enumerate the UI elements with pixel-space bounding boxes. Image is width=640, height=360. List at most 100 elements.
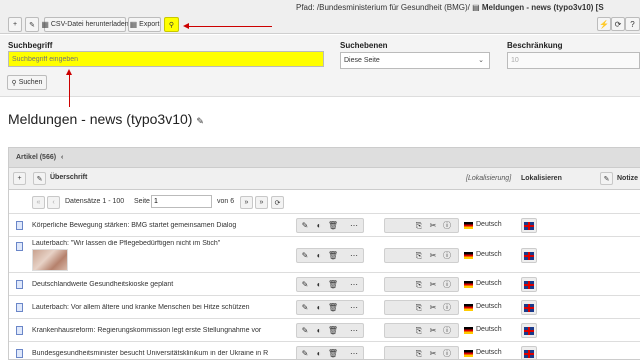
record-title[interactable]: Körperliche Bewegung stärken: BMG starte… <box>32 222 297 229</box>
last-page-icon: » <box>259 199 264 206</box>
page-of-label: von 6 <box>217 198 235 205</box>
last-page-button[interactable]: » <box>255 196 268 209</box>
prev-page-button[interactable]: ‹ <box>47 196 60 209</box>
column-edit-button[interactable]: ✎ <box>33 172 46 185</box>
toggle-visibility-icon[interactable]: ◐ <box>313 278 325 291</box>
export-button[interactable]: ▦ Export <box>128 17 161 32</box>
reload-list-button[interactable]: ⟳ <box>271 196 284 209</box>
new-record-button[interactable]: + <box>8 17 22 32</box>
toggle-visibility-icon[interactable]: ◐ <box>313 324 325 337</box>
table-body: Körperliche Bewegung stärken: BMG starte… <box>9 214 640 359</box>
next-page-button[interactable]: » <box>240 196 253 209</box>
info-icon[interactable]: ⓘ <box>441 347 453 359</box>
search-levels-label: Suchebenen <box>340 41 388 50</box>
edit-page-button[interactable]: ✎ <box>25 17 39 32</box>
info-icon[interactable]: ⓘ <box>441 219 453 232</box>
copy-icon[interactable]: ⎘ <box>413 301 425 314</box>
limit-label: Beschränkung <box>507 41 563 50</box>
delete-icon[interactable]: 🗑 <box>327 249 339 262</box>
reload-button[interactable]: ⟳ <box>611 17 625 31</box>
more-icon[interactable]: ⋯ <box>348 278 360 291</box>
delete-icon[interactable]: 🗑 <box>327 278 339 291</box>
localize-english-button[interactable] <box>521 218 537 233</box>
german-flag-icon <box>464 252 473 259</box>
cut-icon[interactable]: ✂ <box>427 249 439 262</box>
cut-icon[interactable]: ✂ <box>427 324 439 337</box>
table-row[interactable]: Körperliche Bewegung stärken: BMG starte… <box>9 214 640 237</box>
shortcut-button[interactable]: ⚡ <box>597 17 611 31</box>
more-icon[interactable]: ⋯ <box>348 301 360 314</box>
cut-icon[interactable]: ✂ <box>427 219 439 232</box>
table-row[interactable]: Deutschlandweite Gesundheitskioske gepla… <box>9 273 640 296</box>
edit-icon[interactable]: ✎ <box>299 301 311 314</box>
record-title[interactable]: Deutschlandweite Gesundheitskioske gepla… <box>32 281 297 288</box>
english-flag-icon <box>524 222 534 230</box>
add-record-button[interactable]: + <box>13 172 26 185</box>
copy-icon[interactable]: ⎘ <box>413 219 425 232</box>
info-icon[interactable]: ⓘ <box>441 278 453 291</box>
search-levels-value: Diese Seite <box>344 57 380 64</box>
delete-icon[interactable]: 🗑 <box>327 347 339 359</box>
toggle-search-button[interactable]: ⚲ <box>164 17 179 32</box>
copy-icon[interactable]: ⎘ <box>413 324 425 337</box>
toggle-visibility-icon[interactable]: ◐ <box>313 249 325 262</box>
table-row[interactable]: Lauterbach: "Wir lassen die Pflegebedürf… <box>9 237 640 273</box>
record-title[interactable]: Lauterbach: "Wir lassen die Pflegebedürf… <box>32 240 297 247</box>
record-title[interactable]: Bundesgesundheitsminister besucht Univer… <box>32 350 297 357</box>
news-record-icon <box>16 303 23 312</box>
cut-icon[interactable]: ✂ <box>427 347 439 359</box>
info-icon[interactable]: ⓘ <box>441 324 453 337</box>
first-page-button[interactable]: « <box>32 196 45 209</box>
localize-english-button[interactable] <box>521 346 537 359</box>
table-row[interactable]: Krankenhausreform: Regierungskommission … <box>9 319 640 342</box>
more-icon[interactable]: ⋯ <box>348 249 360 262</box>
toggle-visibility-icon[interactable]: ◐ <box>313 301 325 314</box>
collapse-icon[interactable]: ‹ <box>61 154 63 161</box>
copy-icon[interactable]: ⎘ <box>413 347 425 359</box>
edit-icon[interactable]: ✎ <box>299 278 311 291</box>
notes-edit-button[interactable]: ✎ <box>600 172 613 185</box>
path-prefix: Pfad: /Bundesministerium für Gesundheit … <box>296 3 470 12</box>
edit-icon[interactable]: ✎ <box>299 347 311 359</box>
thumbnail-image[interactable] <box>32 249 68 271</box>
edit-pencil-icon[interactable]: ✎ <box>196 116 204 126</box>
record-title[interactable]: Krankenhausreform: Regierungskommission … <box>32 327 297 334</box>
help-button[interactable]: ? <box>625 17 640 31</box>
more-icon[interactable]: ⋯ <box>348 219 360 232</box>
delete-icon[interactable]: 🗑 <box>327 301 339 314</box>
edit-icon[interactable]: ✎ <box>299 324 311 337</box>
search-submit-button[interactable]: ⚲ Suchen <box>7 75 47 90</box>
more-icon[interactable]: ⋯ <box>348 324 360 337</box>
csv-download-button[interactable]: ▦ CSV-Datei herunterladen <box>41 17 129 32</box>
annotation-arrow-toolbar <box>183 23 272 29</box>
copy-icon[interactable]: ⎘ <box>413 249 425 262</box>
localize-english-button[interactable] <box>521 323 537 338</box>
page-number-input[interactable] <box>151 195 212 208</box>
cut-icon[interactable]: ✂ <box>427 301 439 314</box>
cut-icon[interactable]: ✂ <box>427 278 439 291</box>
limit-field[interactable]: 10 <box>507 52 640 69</box>
search-levels-select[interactable]: Diese Seite ⌄ <box>340 52 490 69</box>
toggle-visibility-icon[interactable]: ◐ <box>313 347 325 359</box>
delete-icon[interactable]: 🗑 <box>327 324 339 337</box>
record-title[interactable]: Lauterbach: Vor allem ältere und kranke … <box>32 304 297 311</box>
table-row[interactable]: Lauterbach: Vor allem ältere und kranke … <box>9 296 640 319</box>
copy-icon[interactable]: ⎘ <box>413 278 425 291</box>
more-icon[interactable]: ⋯ <box>348 347 360 359</box>
localize-english-button[interactable] <box>521 248 537 263</box>
export-icon: ▦ <box>129 20 138 29</box>
english-flag-icon <box>524 281 534 289</box>
delete-icon[interactable]: 🗑 <box>327 219 339 232</box>
page-edit-icon: ✎ <box>29 21 35 29</box>
table-row[interactable]: Bundesgesundheitsminister besucht Univer… <box>9 342 640 359</box>
search-icon: ⚲ <box>11 79 17 87</box>
toggle-visibility-icon[interactable]: ◐ <box>313 219 325 232</box>
search-input[interactable] <box>8 51 324 67</box>
edit-icon[interactable]: ✎ <box>299 219 311 232</box>
localize-english-button[interactable] <box>521 300 537 315</box>
edit-icon[interactable]: ✎ <box>299 249 311 262</box>
localize-english-button[interactable] <box>521 277 537 292</box>
page-icon: ▤ <box>472 3 480 12</box>
info-icon[interactable]: ⓘ <box>441 249 453 262</box>
info-icon[interactable]: ⓘ <box>441 301 453 314</box>
